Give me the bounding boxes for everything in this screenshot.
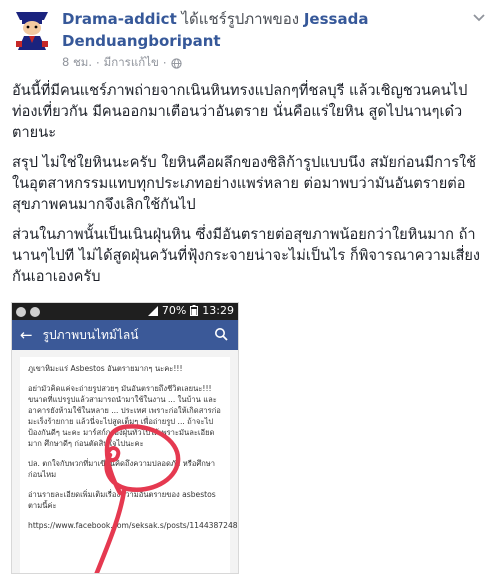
battery-icon bbox=[190, 305, 199, 316]
messenger-icon bbox=[16, 306, 26, 317]
post-paragraph-3: ส่วนในภาพนั้นเป็นเนินฝุ่นหิน ซึ่งมีอันตร… bbox=[12, 226, 481, 285]
search-icon bbox=[215, 328, 228, 341]
chat-icon bbox=[30, 306, 40, 317]
phone-line-2: อย่ามัวคิดแค่จะถ่ายรูปสวยๆ มันอันตรายถึง… bbox=[28, 384, 221, 448]
facebook-post: Drama-addict ได้แชร์รูปภาพของ Jessada De… bbox=[0, 0, 496, 574]
post-timestamp[interactable]: 8 ชม. bbox=[62, 54, 92, 72]
phone-line-4: อ่านรายละเอียดเพิ่มเติมเรื่องความอันตราย… bbox=[28, 490, 216, 510]
post-paragraph-1: อันนี้ที่มีคนแชร์ภาพถ่ายจากเนินหินทรงแปล… bbox=[12, 82, 468, 141]
back-arrow-icon: ← bbox=[20, 325, 33, 344]
post-header-line: Drama-addict ได้แชร์รูปภาพของ Jessada bbox=[62, 8, 482, 30]
author-name-link[interactable]: Drama-addict bbox=[62, 10, 177, 28]
phone-link: https://www.facebook.com/seksak.s/posts/… bbox=[28, 521, 238, 530]
phone-line-3: ปล. ตกใจกับพวกที่มาเขียนคิดถึงความปลอดภั… bbox=[28, 459, 216, 479]
meta-separator: · bbox=[96, 56, 100, 70]
phone-app-title: รูปภาพบนไทม์ไลน์ bbox=[42, 327, 139, 342]
phone-post-card: ภูเขาหิมะแร่ Asbestos อันตรายมากๆ นะคะ!!… bbox=[20, 357, 238, 573]
signal-icon bbox=[147, 305, 158, 316]
post-meta: 8 ชม. · มีการแก้ไข · bbox=[62, 54, 182, 72]
phone-status-bar: 70% 13:29 bbox=[12, 303, 238, 320]
chevron-down-icon[interactable] bbox=[472, 10, 486, 24]
post-body: อันนี้ที่มีคนแชร์ภาพถ่ายจากเนินหินทรงแปล… bbox=[12, 80, 488, 296]
author-avatar[interactable] bbox=[10, 10, 54, 50]
phone-clock: 13:29 bbox=[202, 304, 234, 317]
shared-target-link-continued[interactable]: Denduangboripant bbox=[62, 30, 221, 52]
shared-screenshot-image[interactable]: 70% 13:29 ← รูปภาพบนไทม์ไลน์ ภูเขาหิมะแร… bbox=[11, 302, 239, 574]
shared-target-link[interactable]: Jessada bbox=[304, 10, 369, 28]
avatar-image bbox=[10, 10, 54, 50]
meta-separator-2: · bbox=[162, 56, 167, 70]
globe-icon[interactable] bbox=[170, 57, 182, 69]
shared-photo-text: ได้แชร์รูปภาพของ bbox=[176, 10, 304, 28]
edited-label[interactable]: มีการแก้ไข bbox=[104, 54, 159, 72]
phone-line-1: ภูเขาหิมะแร่ Asbestos อันตรายมากๆ นะคะ!!… bbox=[28, 364, 183, 373]
post-paragraph-2: สรุป ไม่ใช่ใยหินนะครับ ใยหินคือผลึกของซิ… bbox=[12, 154, 477, 213]
phone-app-bar: ← รูปภาพบนไทม์ไลน์ bbox=[12, 320, 238, 350]
battery-level: 70% bbox=[161, 304, 187, 317]
